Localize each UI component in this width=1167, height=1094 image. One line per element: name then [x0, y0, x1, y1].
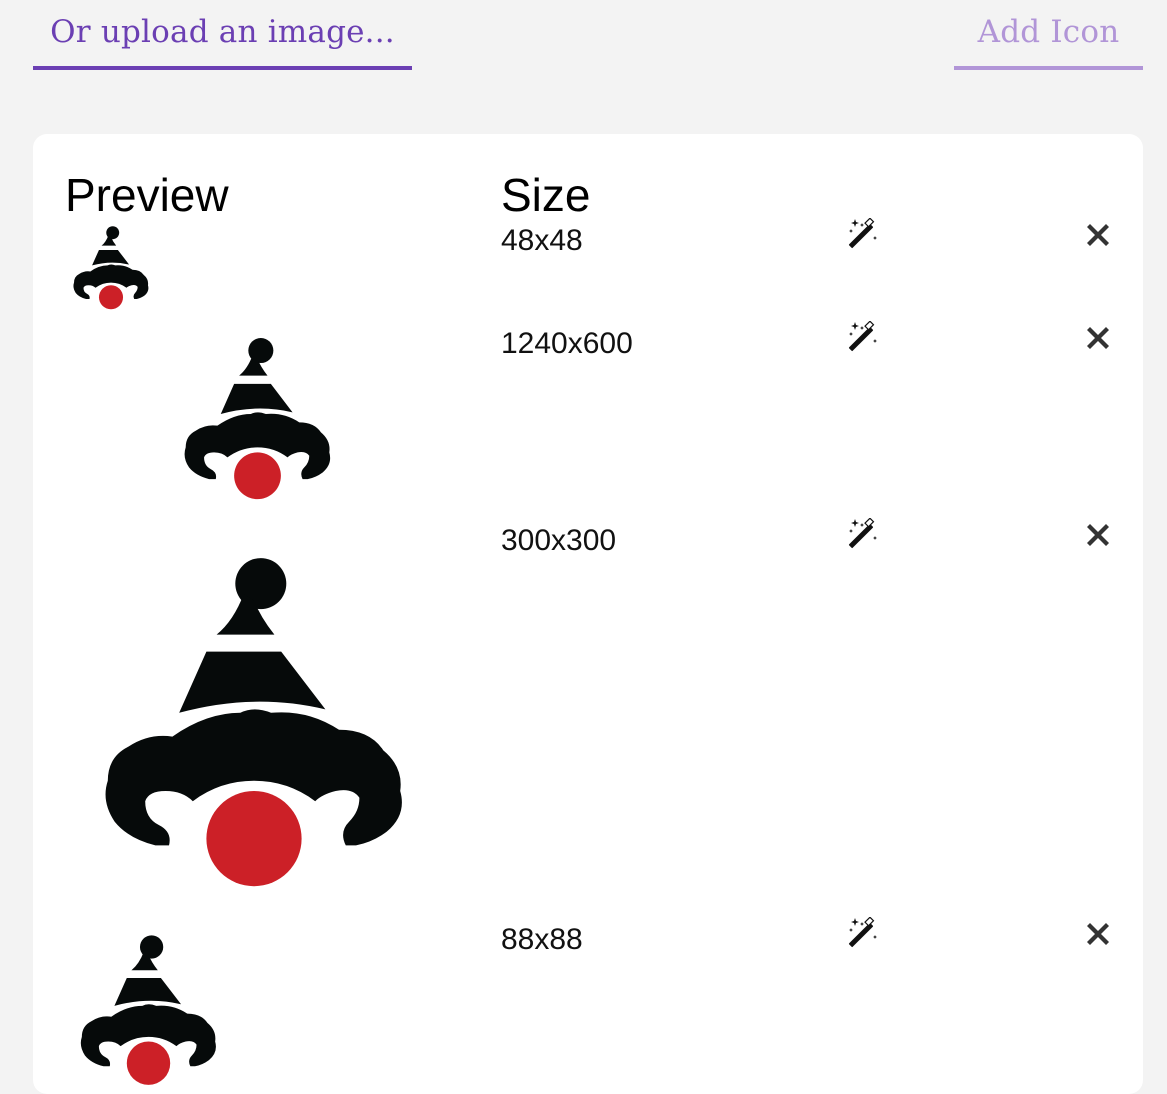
- magic-wand-icon[interactable]: [848, 518, 880, 550]
- icon-row: 300x300: [33, 524, 1143, 904]
- magic-wand-icon[interactable]: [848, 917, 880, 949]
- clown-logo-icon: [174, 330, 341, 508]
- clown-logo-icon: [71, 928, 226, 1093]
- size-label: 1240x600: [501, 327, 633, 360]
- size-column-header: Size: [501, 169, 591, 221]
- close-icon[interactable]: [1083, 520, 1113, 550]
- icon-list-card: Preview Size 48x48 1240x600 300x300 88x8…: [33, 134, 1143, 1094]
- magic-wand-icon[interactable]: [848, 321, 880, 353]
- magic-wand-icon[interactable]: [848, 218, 880, 250]
- size-label: 300x300: [501, 524, 617, 557]
- close-icon[interactable]: [1083, 220, 1113, 250]
- icon-row: 48x48: [33, 224, 1143, 314]
- close-icon[interactable]: [1083, 919, 1113, 949]
- clown-logo-icon: [84, 538, 424, 908]
- size-label: 48x48: [501, 224, 583, 257]
- icon-row: 88x88: [33, 923, 1143, 1094]
- size-label: 88x88: [501, 923, 583, 956]
- tab-add-icon[interactable]: Add Icon: [954, 0, 1143, 70]
- icon-row: 1240x600: [33, 327, 1143, 507]
- tab-add-icon-label: Add Icon: [977, 14, 1120, 50]
- preview-column-header: Preview: [65, 169, 229, 221]
- close-icon[interactable]: [1083, 323, 1113, 353]
- tab-upload-image-label: Or upload an image...: [50, 14, 395, 50]
- clown-logo-icon: [68, 224, 154, 312]
- tab-upload-image[interactable]: Or upload an image...: [33, 0, 412, 70]
